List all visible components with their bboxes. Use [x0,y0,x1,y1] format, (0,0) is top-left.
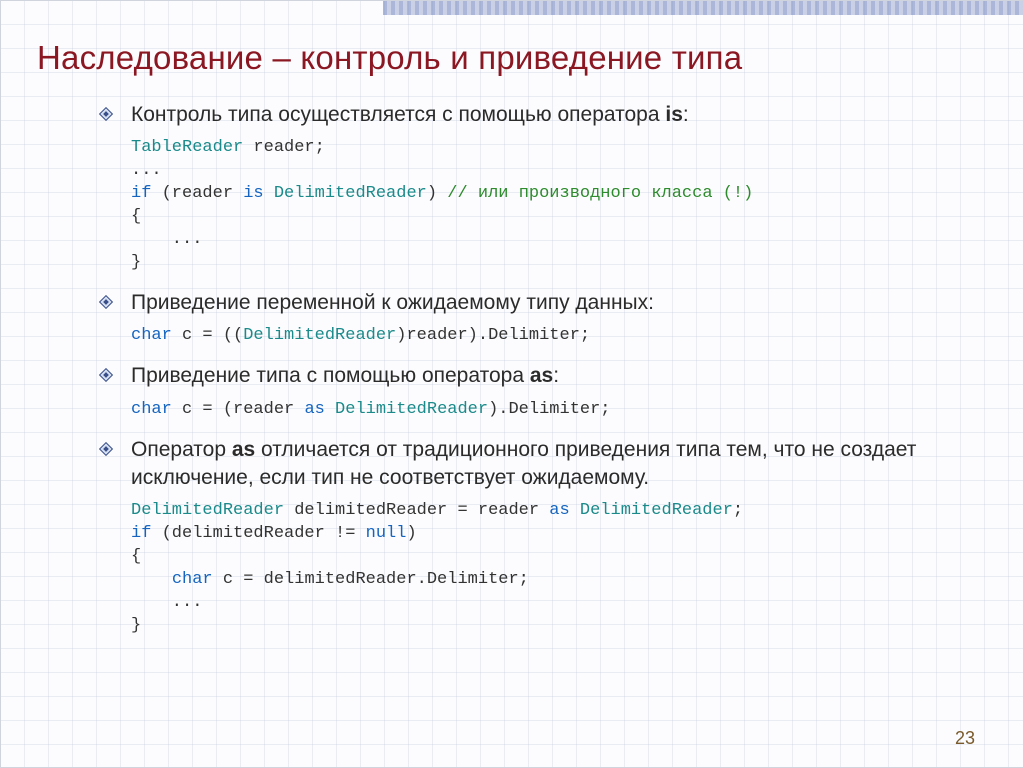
code-text: (delimitedReader != [151,524,365,543]
code-text: ... [131,230,202,249]
bullet-text-3: Приведение типа с помощью оператора as: [131,362,559,390]
code-text [264,184,274,203]
code-type: DelimitedReader [274,184,427,203]
bullet-text-4: Оператор as отличается от традиционного … [131,436,995,493]
bullet-item-3: Приведение типа с помощью оператора as: [99,362,995,390]
code-text: c = (reader [172,400,305,419]
code-text: c = delimitedReader.Delimiter; [213,570,529,589]
code-keyword: as [549,501,569,520]
code-type: DelimitedReader [335,400,488,419]
keyword-is: is [665,103,683,126]
code-text: { [131,207,141,226]
slide-body: Наследование – контроль и приведение тип… [37,39,995,646]
code-type: DelimitedReader [580,501,733,520]
code-type: TableReader [131,138,243,157]
code-keyword: if [131,524,151,543]
code-text: ) [406,524,416,543]
bullet-item-1: Контроль типа осуществляется с помощью о… [99,101,995,129]
code-text [325,400,335,419]
code-keyword: char [131,326,172,345]
code-text: ).Delimiter; [488,400,610,419]
code-comment: // или производного класса (!) [447,184,753,203]
code-block-2: char c = ((DelimitedReader)reader).Delim… [131,325,995,348]
text: : [553,364,559,387]
code-text: ) [427,184,447,203]
diamond-bullet-icon [99,295,113,309]
code-text: } [131,616,141,635]
slide-number: 23 [955,728,975,749]
decorative-top-stripe [383,1,1023,15]
code-type: DelimitedReader [131,501,284,520]
code-text: )reader).Delimiter; [396,326,590,345]
text: : [683,103,689,126]
code-text: ; [733,501,743,520]
diamond-bullet-icon [99,442,113,456]
code-type: DelimitedReader [243,326,396,345]
code-text [131,570,172,589]
keyword-as: as [530,364,553,387]
bullet-item-4: Оператор as отличается от традиционного … [99,436,995,493]
code-text: c = (( [172,326,243,345]
slide-title: Наследование – контроль и приведение тип… [37,39,995,77]
keyword-as: as [232,438,255,461]
diamond-bullet-icon [99,107,113,121]
code-text: ... [131,593,202,612]
bullet-item-2: Приведение переменной к ожидаемому типу … [99,289,995,317]
code-text: (reader [151,184,243,203]
code-block-4: DelimitedReader delimitedReader = reader… [131,500,995,638]
code-text: } [131,253,141,272]
text: Приведение типа с помощью оператора [131,364,530,387]
text: Оператор [131,438,232,461]
code-block-1: TableReader reader; ... if (reader is De… [131,137,995,275]
code-text [570,501,580,520]
diamond-bullet-icon [99,368,113,382]
code-text: { [131,547,141,566]
code-text: ... [131,161,162,180]
bullet-text-2: Приведение переменной к ожидаемому типу … [131,289,654,317]
text: Контроль типа осуществляется с помощью о… [131,103,665,126]
code-block-3: char c = (reader as DelimitedReader).Del… [131,399,995,422]
code-keyword: is [243,184,263,203]
code-keyword: if [131,184,151,203]
code-keyword: char [172,570,213,589]
code-text: reader; [243,138,325,157]
code-keyword: as [304,400,324,419]
code-keyword: char [131,400,172,419]
code-keyword: null [366,524,407,543]
code-text: delimitedReader = reader [284,501,549,520]
bullet-text-1: Контроль типа осуществляется с помощью о… [131,101,689,129]
